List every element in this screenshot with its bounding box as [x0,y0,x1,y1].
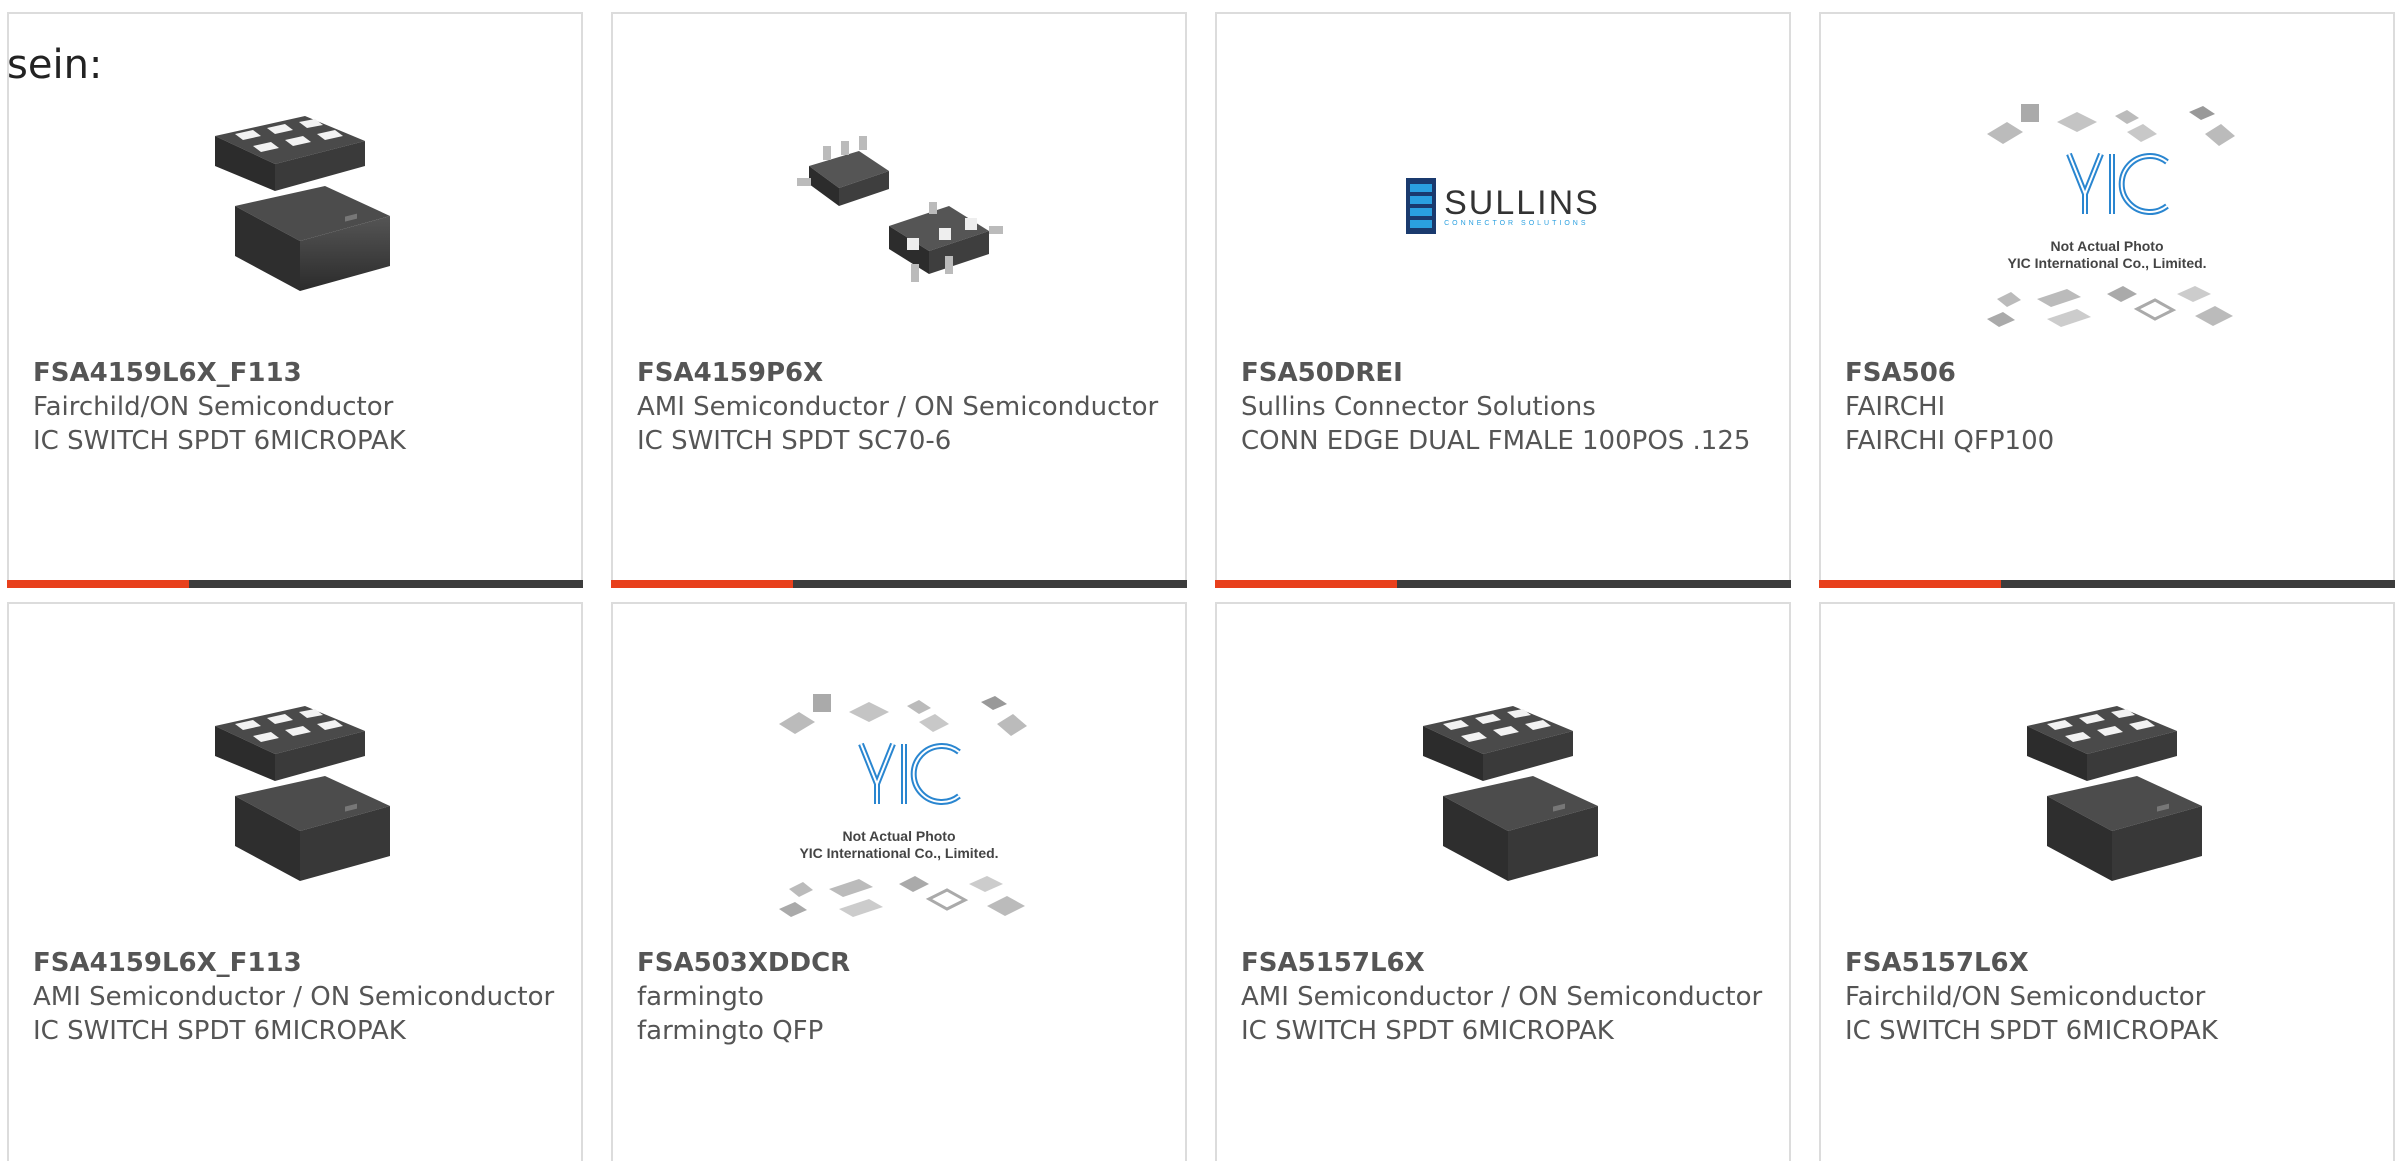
product-card[interactable]: FSA4159L6X_F113 AMI Semiconductor / ON S… [7,602,583,1161]
placeholder-line2: YIC International Co., Limited. [2007,255,2207,271]
sullins-logo-sub: CONNECTOR SOLUTIONS [1444,219,1589,227]
product-info: FSA4159L6X_F113 AMI Semiconductor / ON S… [33,946,557,1048]
part-number[interactable]: FSA503XDDCR [637,946,1161,980]
description: farmingto QFP [637,1016,824,1046]
product-image-micropak[interactable] [165,86,425,326]
product-card[interactable]: Not Actual Photo YIC International Co., … [1819,12,2395,588]
page: sein: FSA4159L6X_F113 Fairchild/ON Semic… [0,0,2400,1161]
card-bottom-bar [611,580,1187,588]
product-card[interactable]: SULLINS CONNECTOR SOLUTIONS FSA50DREI Su… [1215,12,1791,588]
part-number[interactable]: FSA506 [1845,356,2369,390]
card-accent [7,580,189,588]
sullins-mark-icon [1406,178,1437,234]
yic-chips-icon [779,694,1027,917]
product-info: FSA4159L6X_F113 Fairchild/ON Semiconduct… [33,356,557,458]
card-bottom-bar [7,580,583,588]
card-accent [611,580,793,588]
product-info: FSA4159P6X AMI Semiconductor / ON Semico… [637,356,1161,458]
intro-text: sein: [7,42,103,88]
card-accent [1215,580,1397,588]
description: CONN EDGE DUAL FMALE 100POS .125 [1241,426,1751,456]
part-number[interactable]: FSA4159L6X_F113 [33,946,557,980]
product-card[interactable]: FSA5157L6X AMI Semiconductor / ON Semico… [1215,602,1791,1161]
description: IC SWITCH SPDT 6MICROPAK [1845,1016,2218,1046]
manufacturer: Sullins Connector Solutions [1241,392,1596,422]
product-info: FSA5157L6X AMI Semiconductor / ON Semico… [1241,946,1765,1048]
manufacturer: AMI Semiconductor / ON Semiconductor [1241,982,1763,1012]
placeholder-line1: Not Actual Photo [2050,238,2164,254]
product-image-yic-placeholder[interactable]: Not Actual Photo YIC International Co., … [1977,94,2237,334]
sullins-logo-text: SULLINS [1444,183,1600,222]
product-image-sc70[interactable] [769,86,1029,326]
placeholder-line1: Not Actual Photo [842,828,956,844]
card-bottom-bar [1819,580,2395,588]
product-card[interactable]: FSA5157L6X Fairchild/ON Semiconductor IC… [1819,602,2395,1161]
product-card[interactable]: FSA4159P6X AMI Semiconductor / ON Semico… [611,12,1187,588]
description: IC SWITCH SPDT 6MICROPAK [33,426,406,456]
description: FAIRCHI QFP100 [1845,426,2055,456]
card-accent [1819,580,2001,588]
product-image-micropak[interactable] [1977,676,2237,916]
part-number[interactable]: FSA50DREI [1241,356,1765,390]
card-bottom-bar [1215,580,1791,588]
part-number[interactable]: FSA5157L6X [1241,946,1765,980]
product-image-yic-placeholder[interactable]: Not Actual Photo YIC International Co., … [769,684,1029,924]
product-image-micropak[interactable] [165,676,425,916]
part-number[interactable]: FSA5157L6X [1845,946,2369,980]
product-image-micropak[interactable] [1373,676,1633,916]
product-info: FSA506 FAIRCHI FAIRCHI QFP100 [1845,356,2369,458]
manufacturer: AMI Semiconductor / ON Semiconductor [33,982,555,1012]
manufacturer: Fairchild/ON Semiconductor [1845,982,2206,1012]
manufacturer: AMI Semiconductor / ON Semiconductor [637,392,1159,422]
product-image-sullins-logo[interactable]: SULLINS CONNECTOR SOLUTIONS [1393,86,1613,326]
product-info: FSA5157L6X Fairchild/ON Semiconductor IC… [1845,946,2369,1048]
description: IC SWITCH SPDT SC70-6 [637,426,952,456]
product-info: FSA503XDDCR farmingto farmingto QFP [637,946,1161,1048]
yic-chips-icon [1987,104,2235,327]
manufacturer: Fairchild/ON Semiconductor [33,392,394,422]
product-card[interactable]: FSA4159L6X_F113 Fairchild/ON Semiconduct… [7,12,583,588]
sullins-logo: SULLINS CONNECTOR SOLUTIONS [1406,178,1600,234]
product-card[interactable]: Not Actual Photo YIC International Co., … [611,602,1187,1161]
product-info: FSA50DREI Sullins Connector Solutions CO… [1241,356,1765,458]
manufacturer: farmingto [637,982,764,1012]
placeholder-line2: YIC International Co., Limited. [799,845,999,861]
manufacturer: FAIRCHI [1845,392,1946,422]
yic-placeholder: Not Actual Photo YIC International Co., … [769,684,1029,924]
part-number[interactable]: FSA4159L6X_F113 [33,356,557,390]
part-number[interactable]: FSA4159P6X [637,356,1161,390]
description: IC SWITCH SPDT 6MICROPAK [33,1016,406,1046]
yic-placeholder: Not Actual Photo YIC International Co., … [1977,94,2237,334]
description: IC SWITCH SPDT 6MICROPAK [1241,1016,1614,1046]
